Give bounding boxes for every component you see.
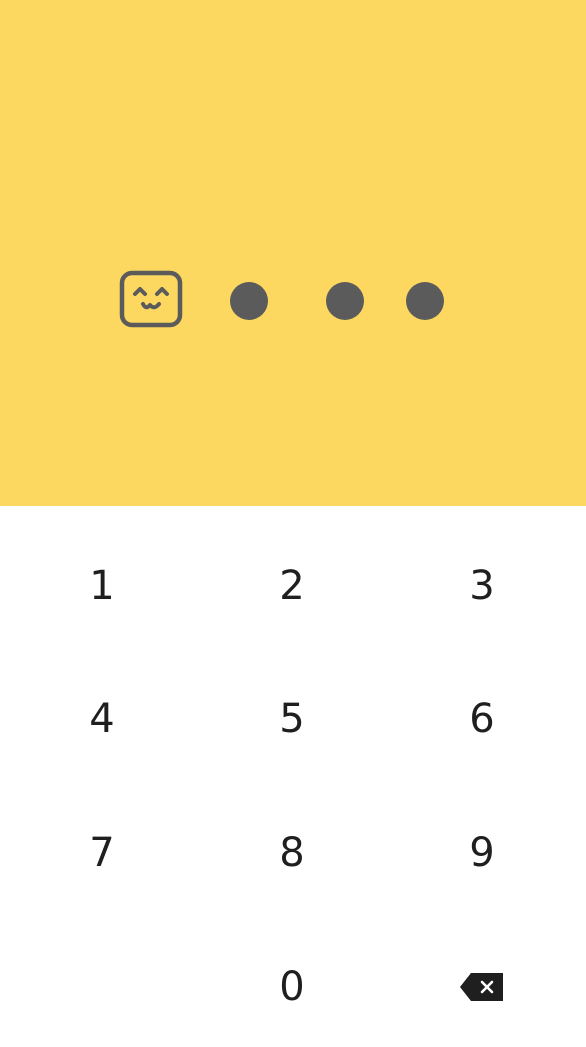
key-6[interactable]: 6: [387, 659, 577, 779]
key-0[interactable]: 0: [197, 927, 387, 1047]
backspace-button[interactable]: [387, 927, 577, 1047]
smiling-face-icon: [119, 270, 183, 328]
key-7[interactable]: 7: [7, 793, 197, 913]
pin-dot-2: [230, 282, 268, 320]
key-5[interactable]: 5: [197, 659, 387, 779]
key-8[interactable]: 8: [197, 793, 387, 913]
pin-indicator: [0, 0, 586, 506]
key-1[interactable]: 1: [7, 526, 197, 646]
pin-dot-3: [326, 282, 364, 320]
key-4[interactable]: 4: [7, 659, 197, 779]
pin-entry-panel: [0, 0, 586, 506]
backspace-icon: [460, 973, 503, 1001]
key-2[interactable]: 2: [197, 526, 387, 646]
key-9[interactable]: 9: [387, 793, 577, 913]
key-3[interactable]: 3: [387, 526, 577, 646]
pin-dot-4: [406, 282, 444, 320]
numeric-keypad: 1 2 3 4 5 6 7 8 9 0: [0, 506, 586, 1042]
